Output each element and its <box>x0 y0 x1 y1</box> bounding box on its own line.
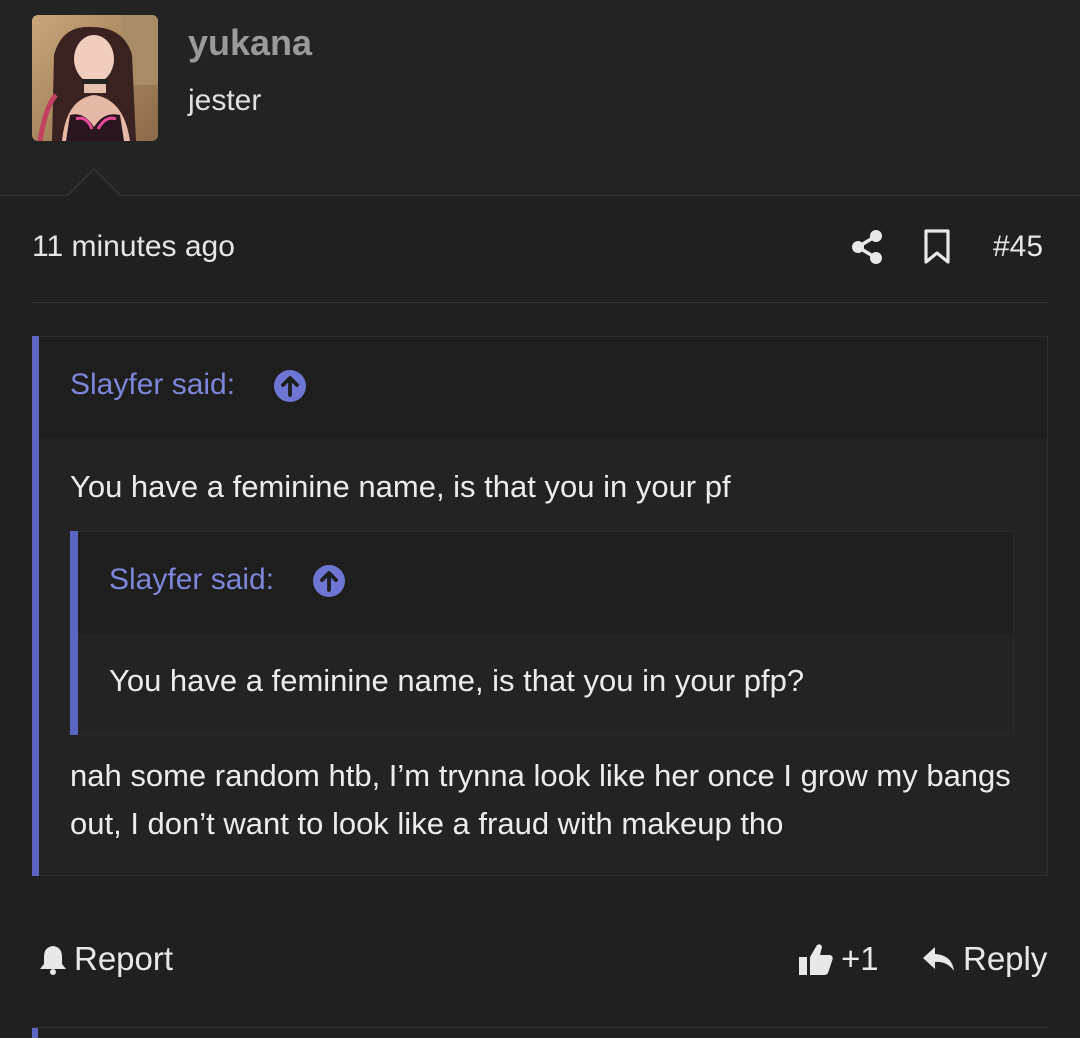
username[interactable]: yukana <box>188 22 312 64</box>
like-count: +1 <box>841 940 879 977</box>
user-header: yukana jester <box>0 0 1080 196</box>
share-icon[interactable] <box>850 229 884 265</box>
next-post-accent <box>32 1028 38 1038</box>
nested-quote-block <box>70 531 1014 735</box>
quote-accent-bar <box>32 336 39 876</box>
post-timestamp[interactable]: 11 minutes ago <box>32 230 235 264</box>
thumbs-up-icon <box>799 944 833 975</box>
reply-text: nah some random htb, I’m trynna look lik… <box>70 758 1011 841</box>
post-number-link[interactable]: #45 <box>993 230 1043 264</box>
next-post-divider <box>32 1027 1048 1028</box>
report-button[interactable]: Report <box>38 940 173 978</box>
arrow-up-icon[interactable] <box>273 369 307 403</box>
user-avatar[interactable] <box>32 15 158 141</box>
bookmark-icon[interactable] <box>923 229 951 265</box>
avatar-photo <box>32 15 158 141</box>
user-title: jester <box>188 84 262 117</box>
quote-attribution[interactable]: Slayfer said: <box>70 368 235 402</box>
bell-icon <box>40 946 66 975</box>
message-pointer-fill <box>67 170 121 197</box>
reply-button[interactable]: Reply <box>921 940 1047 978</box>
arrow-up-icon[interactable] <box>312 564 346 598</box>
like-button[interactable]: +1 <box>797 940 879 978</box>
nested-quote-attribution[interactable]: Slayfer said: <box>109 563 274 597</box>
reply-label: Reply <box>963 940 1048 977</box>
quote-text: You have a feminine name, is that you in… <box>70 469 731 504</box>
meta-divider <box>32 302 1048 303</box>
nested-quote-accent-bar <box>70 531 78 735</box>
reply-arrow-icon <box>923 947 954 971</box>
nested-quote-text: You have a feminine name, is that you in… <box>109 663 805 698</box>
report-label: Report <box>74 940 174 977</box>
